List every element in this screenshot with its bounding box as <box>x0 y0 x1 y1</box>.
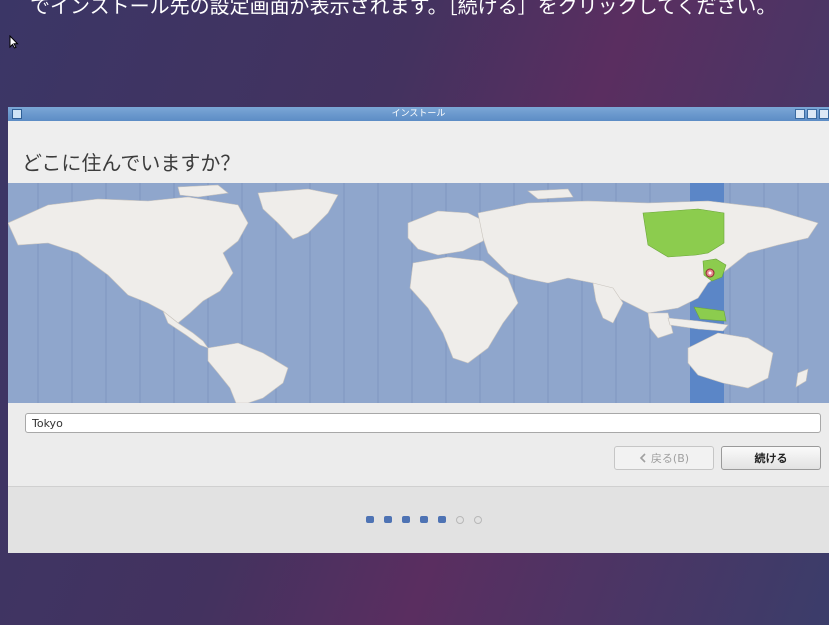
back-button[interactable]: 戻る(B) <box>614 446 714 470</box>
step-progress-indicator <box>366 516 482 524</box>
timezone-input[interactable] <box>25 413 821 433</box>
progress-dot-pending <box>456 516 464 524</box>
progress-dot-completed <box>420 516 428 523</box>
window-title: インストール <box>391 109 446 119</box>
continue-button-label: 続ける <box>754 452 788 465</box>
page-caption: でインストール先の設定画面が表示されます。［続ける］をクリックしてください。 <box>30 0 777 16</box>
installer-window: インストール どこに住んでいますか？ Tokyo 戻る(B) 続ける <box>8 107 829 553</box>
timezone-map[interactable] <box>8 183 829 403</box>
window-titlebar[interactable]: インストール <box>8 107 829 121</box>
progress-footer <box>8 487 829 553</box>
minimize-button[interactable] <box>795 109 805 119</box>
chevron-left-icon <box>639 453 646 463</box>
progress-dot-completed <box>438 516 446 523</box>
back-button-label: 戻る(B) <box>650 452 690 465</box>
close-button[interactable] <box>819 109 829 119</box>
progress-dot-completed <box>384 516 392 523</box>
installer-app-icon <box>12 109 22 119</box>
maximize-button[interactable] <box>807 109 817 119</box>
progress-dot-pending <box>474 516 482 524</box>
progress-dot-completed <box>366 516 374 523</box>
continue-button[interactable]: 続ける <box>721 446 821 470</box>
map-pin-icon <box>705 268 715 278</box>
page-title: どこに住んでいますか？ <box>22 151 241 175</box>
progress-dot-completed <box>402 516 410 523</box>
mouse-cursor-icon <box>9 35 19 49</box>
